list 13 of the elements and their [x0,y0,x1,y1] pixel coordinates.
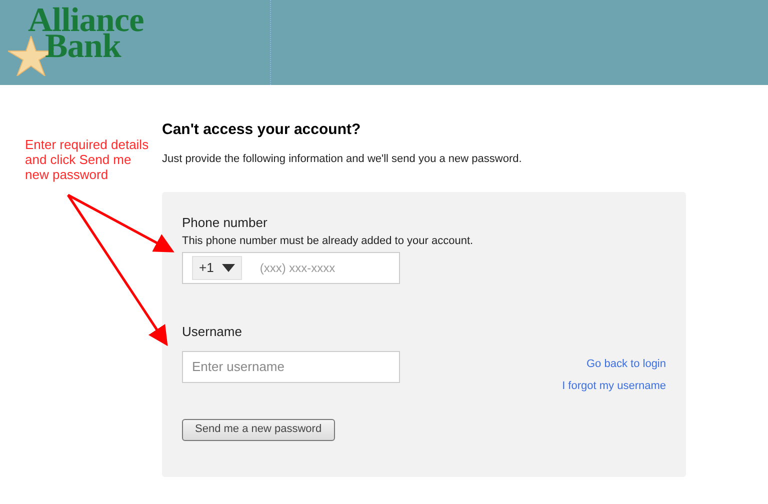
link[interactable]: I forgot my username [562,378,666,394]
caret-icon [222,264,235,272]
subtitle-text: Just provide the following information and we'll send you a new password. [162,152,523,166]
country-code-dropdown[interactable]: +1 [192,256,242,280]
hint-text: This phone number must be already added to your account. [182,234,474,248]
field-label: Username [182,323,243,341]
phone-field[interactable]: +1 (xxx) xxx-xxxx [182,252,400,284]
page-title: Can't access your account? [162,120,362,140]
username-field[interactable]: Enter username [182,350,400,382]
field-label: Phone number [182,214,268,232]
submit-button[interactable]: Send me a new password [182,418,335,440]
annotation-text: Enter required details and click Send me new password [25,137,150,182]
link[interactable]: Go back to login [586,356,666,372]
